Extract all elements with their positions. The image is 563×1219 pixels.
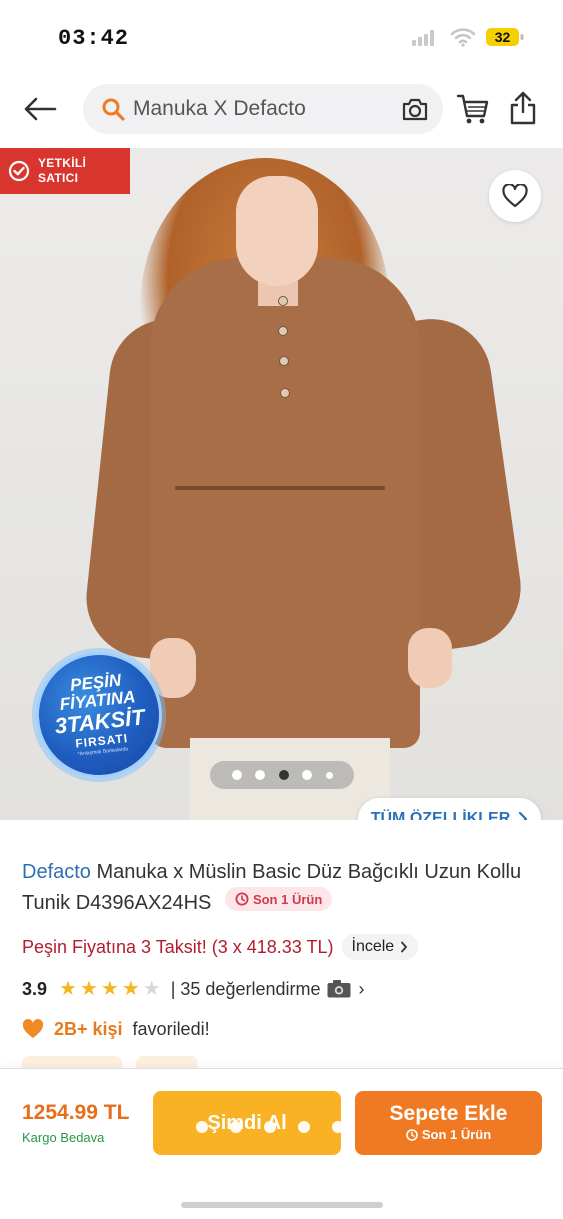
- rating-stars: ★ ★ ★ ★ ★: [59, 979, 161, 999]
- star-empty-icon: ★: [142, 978, 161, 1000]
- add-to-cart-stock: Son 1 Ürün: [406, 1126, 491, 1144]
- stock-badge: Son 1 Ürün: [224, 887, 333, 911]
- photo-review-icon: [327, 980, 351, 998]
- installment-row: Peşin Fiyatına 3 Taksit! (3 x 418.33 TL)…: [22, 932, 419, 962]
- rating-row[interactable]: 3.9 ★ ★ ★ ★ ★ | 35 değerlendirme ›: [22, 974, 364, 1004]
- tunic-button: [279, 356, 289, 366]
- price: 1254.99 TL: [22, 1101, 130, 1124]
- chevron-right-icon: [519, 811, 528, 820]
- free-shipping-label: Kargo Bedava: [22, 1130, 105, 1145]
- pagination-dot[interactable]: [302, 770, 312, 780]
- rating-value: 3.9: [22, 978, 48, 999]
- pagination-dot[interactable]: [255, 770, 265, 780]
- verified-icon: [8, 160, 30, 182]
- chevron-right-icon: ›: [358, 978, 365, 999]
- chevron-right-icon: [401, 941, 408, 953]
- status-time: 03:42: [58, 26, 130, 51]
- wifi-icon: [450, 28, 476, 47]
- favorite-text: favoriledi!: [132, 1018, 210, 1039]
- all-features-label: TÜM ÖZELLİKLER: [370, 810, 511, 820]
- top-nav: Manuka X Defacto: [0, 76, 563, 148]
- seller-badge-text: YETKİLİ SATICI: [38, 156, 86, 186]
- add-to-cart-sub-label: Son 1 Ürün: [421, 1127, 492, 1142]
- installment-promo-badge: PEŞİN FİYATINA 3TAKSİT FIRSATI *Anlaşmal…: [29, 645, 169, 785]
- clock-icon: [235, 892, 249, 906]
- camera-icon[interactable]: [401, 96, 429, 122]
- share-icon[interactable]: [508, 90, 538, 126]
- signal-icon: [412, 30, 434, 46]
- favorite-count: 2B+ kişi: [54, 1018, 123, 1039]
- bottom-purchase-bar: 1254.99 TL Kargo Bedava Şimdi Al Sepete …: [0, 1068, 563, 1219]
- pagination-dot[interactable]: [325, 771, 333, 779]
- installment-text: Peşin Fiyatına 3 Taksit! (3 x 418.33 TL): [22, 936, 334, 957]
- tunic-belt: [175, 486, 385, 490]
- star-filled-icon: ★: [79, 978, 98, 1000]
- clock-icon: [406, 1129, 418, 1141]
- inspect-button[interactable]: İncele: [341, 934, 419, 960]
- back-arrow-icon: [24, 97, 57, 121]
- search-icon: [102, 98, 125, 121]
- gallery-pagination[interactable]: [210, 761, 354, 789]
- search-input[interactable]: Manuka X Defacto: [133, 84, 306, 134]
- add-to-cart-button[interactable]: Sepete Ekle Son 1 Ürün: [355, 1091, 542, 1155]
- seller-badge-line: YETKİLİ: [38, 156, 87, 170]
- battery-icon: 32: [485, 26, 525, 48]
- star-filled-icon: ★: [59, 978, 77, 1000]
- authorized-seller-badge: YETKİLİ SATICI: [0, 148, 130, 194]
- pagination-dot[interactable]: [231, 770, 242, 780]
- product-title: Defacto Manuka x Müslin Basic Düz Bağcık…: [22, 858, 542, 918]
- product-image-gallery[interactable]: YETKİLİ SATICI PEŞİN FİYATINA 3TAKSİT FI…: [0, 148, 563, 820]
- pagination-dot-active[interactable]: [278, 770, 289, 780]
- back-button[interactable]: [20, 92, 60, 126]
- battery-level: 32: [494, 29, 511, 45]
- search-bar[interactable]: Manuka X Defacto: [83, 84, 443, 134]
- stock-badge-label: Son 1 Ürün: [252, 891, 323, 907]
- favorite-button[interactable]: [489, 170, 541, 222]
- review-count[interactable]: | 35 değerlendirme: [171, 979, 321, 1000]
- home-indicator[interactable]: [181, 1202, 383, 1208]
- orange-heart-icon: [22, 1019, 44, 1038]
- brand-link[interactable]: Defacto: [22, 861, 91, 883]
- all-features-button[interactable]: TÜM ÖZELLİKLER: [358, 798, 541, 820]
- add-to-cart-label: Sepete Ekle: [389, 1102, 508, 1125]
- tunic-button: [278, 326, 288, 336]
- star-filled-icon: ★: [100, 978, 119, 1000]
- heart-icon: [502, 184, 528, 208]
- model-hand: [150, 638, 196, 698]
- tunic-button: [280, 388, 290, 398]
- cart-icon[interactable]: [456, 92, 490, 126]
- status-bar: 03:42 32: [0, 0, 563, 76]
- favorites-row: 2B+ kişi favoriledi!: [22, 1014, 210, 1044]
- seller-badge-line: SATICI: [38, 171, 79, 185]
- model-face: [236, 176, 318, 286]
- tunic-button: [278, 296, 288, 306]
- model-hand: [408, 628, 452, 688]
- star-filled-icon: ★: [121, 978, 140, 1000]
- inspect-label: İncele: [351, 938, 395, 955]
